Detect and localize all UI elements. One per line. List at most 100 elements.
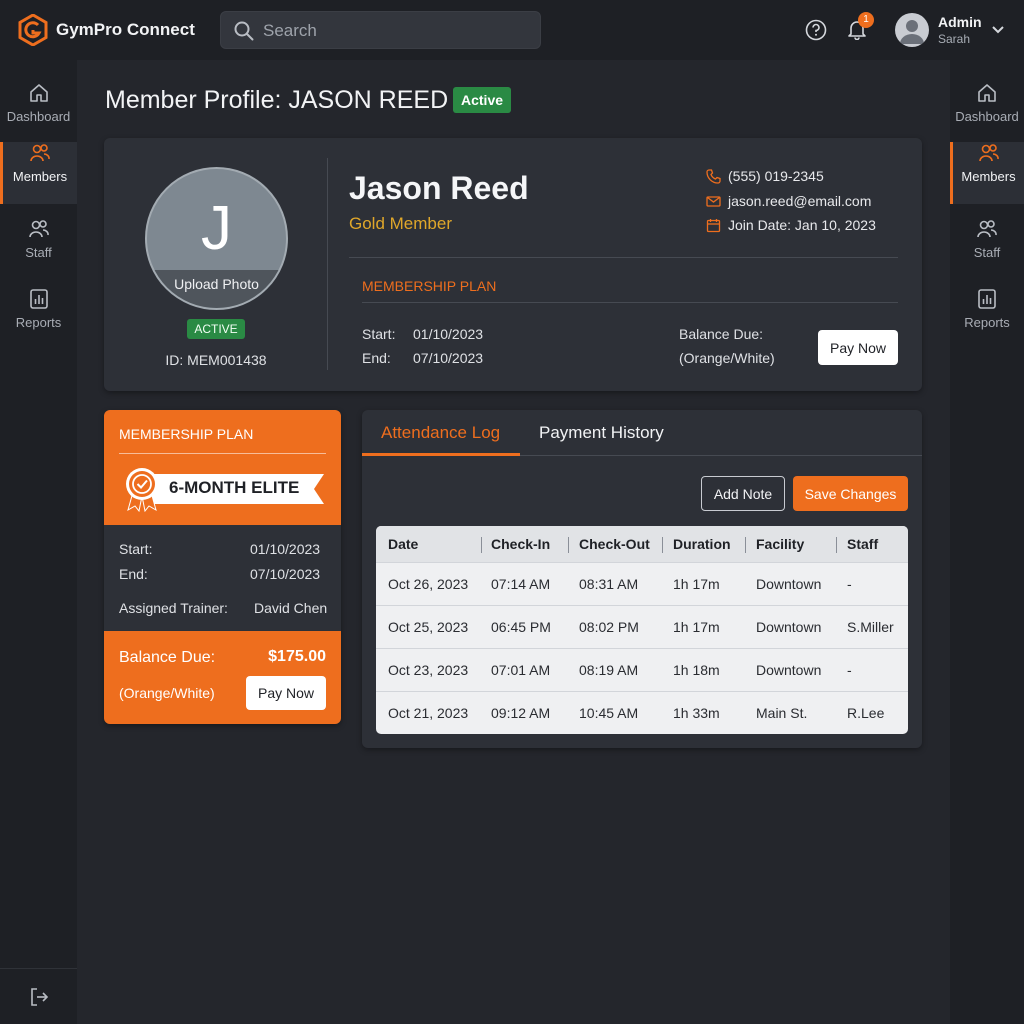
cell-facility: Downtown (756, 619, 822, 635)
start-label: Start: (362, 326, 396, 342)
add-note-button[interactable]: Add Note (701, 476, 785, 511)
column-header-facility[interactable]: Facility (756, 536, 804, 552)
search-bar[interactable] (220, 11, 541, 49)
column-header-check-in[interactable]: Check-In (491, 536, 550, 552)
tab-payment-history[interactable]: Payment History (539, 423, 664, 443)
members-icon (978, 144, 999, 162)
plan-end-label: End: (119, 566, 148, 582)
cell-date: Oct 21, 2023 (388, 705, 469, 721)
member-name: Jason Reed (349, 170, 529, 206)
sidebar-item-members[interactable]: Members (0, 142, 77, 204)
table-row[interactable]: Oct 23, 2023 07:01 AM 08:19 AM 1h 18m Do… (376, 648, 908, 691)
cell-duration: 1h 18m (673, 662, 720, 678)
search-input[interactable] (263, 20, 523, 42)
tab-bar: Attendance Log Payment History (362, 410, 922, 456)
balance-note: (Orange/White) (119, 685, 215, 701)
plan-end-value: 07/10/2023 (250, 566, 321, 582)
sidebar-item-label: Dashboard (6, 109, 71, 124)
top-bar: GymPro Connect 1 Admin Sarah (0, 0, 1024, 60)
start-value: 01/10/2023 (413, 326, 484, 342)
cell-check-out: 08:31 AM (579, 576, 639, 592)
cell-date: Oct 23, 2023 (388, 662, 469, 678)
column-header-check-out[interactable]: Check-Out (579, 536, 650, 552)
help-icon[interactable] (805, 19, 827, 41)
sidebar-item-label: Reports (964, 315, 1010, 330)
plan-start-label: Start: (119, 541, 153, 557)
reports-icon (978, 289, 996, 309)
column-header-date[interactable]: Date (388, 536, 418, 552)
member-id: ID: MEM001438 (165, 352, 267, 368)
member-status-pill: ACTIVE (187, 319, 245, 339)
column-separator (836, 537, 837, 553)
sidebar-item-staff[interactable]: Staff (950, 218, 1024, 280)
left-sidebar: Dashboard Members Staff Reports (0, 60, 77, 1024)
tab-attendance-log[interactable]: Attendance Log (381, 423, 500, 443)
cell-staff: S.Miller (847, 619, 894, 635)
end-value: 07/10/2023 (413, 350, 484, 366)
sidebar-item-members[interactable]: Members (950, 142, 1024, 204)
sidebar-item-label: Dashboard (955, 109, 1019, 124)
app-title: GymPro Connect (56, 20, 195, 39)
sidebar-item-dashboard[interactable]: Dashboard (950, 82, 1024, 144)
cell-check-out: 08:02 PM (579, 619, 639, 635)
cell-facility: Main St. (756, 705, 808, 721)
cell-check-in: 07:01 AM (491, 662, 551, 678)
search-icon (234, 21, 254, 41)
staff-icon (28, 220, 49, 238)
column-separator (481, 537, 482, 553)
reports-icon (29, 289, 48, 309)
attendance-table: Date Check-In Check-Out Duration Facilit… (376, 526, 908, 734)
plan-pay-now-button[interactable]: Pay Now (246, 676, 326, 710)
profile-initial: J (201, 194, 232, 263)
upload-photo-button[interactable]: Upload Photo (145, 276, 288, 292)
pay-now-button[interactable]: Pay Now (818, 330, 898, 365)
cell-staff: - (847, 576, 852, 592)
sidebar-item-dashboard[interactable]: Dashboard (0, 82, 77, 144)
column-separator (662, 537, 663, 553)
save-changes-button[interactable]: Save Changes (793, 476, 908, 511)
cell-staff: - (847, 662, 852, 678)
logout-button[interactable] (0, 968, 77, 1024)
column-header-staff[interactable]: Staff (847, 536, 878, 552)
gympro-logo-icon (18, 14, 48, 46)
sidebar-item-label: Members (12, 169, 68, 184)
cell-duration: 1h 17m (673, 576, 720, 592)
sidebar-item-reports[interactable]: Reports (950, 288, 1024, 350)
sidebar-item-staff[interactable]: Staff (0, 218, 77, 280)
cell-check-out: 10:45 AM (579, 705, 639, 721)
trainer-value: David Chen (254, 600, 328, 616)
divider (119, 453, 326, 454)
user-avatar-icon (900, 20, 924, 44)
table-row[interactable]: Oct 26, 2023 07:14 AM 08:31 AM 1h 17m Do… (376, 562, 908, 605)
balance-due-label: Balance Due: (679, 326, 764, 342)
member-tier: Gold Member (349, 214, 452, 233)
balance-amount: $175.00 (268, 648, 326, 665)
cell-staff: R.Lee (847, 705, 885, 721)
user-name[interactable]: Admin (938, 14, 982, 30)
active-tab-indicator (362, 453, 520, 456)
membership-plan-heading: MEMBERSHIP PLAN (362, 278, 497, 294)
divider (362, 302, 898, 303)
column-header-duration[interactable]: Duration (673, 536, 731, 552)
table-row[interactable]: Oct 25, 2023 06:45 PM 08:02 PM 1h 17m Do… (376, 605, 908, 648)
trainer-label: Assigned Trainer: (119, 600, 228, 616)
phone-icon (706, 169, 721, 184)
user-avatar[interactable] (895, 13, 929, 47)
column-separator (568, 537, 569, 553)
cell-check-in: 06:45 PM (491, 619, 551, 635)
table-row[interactable]: Oct 21, 2023 09:12 AM 10:45 AM 1h 33m Ma… (376, 691, 908, 734)
end-label: End: (362, 350, 391, 366)
cell-date: Oct 25, 2023 (388, 619, 469, 635)
email-text: jason.reed@email.com (728, 193, 872, 209)
divider (327, 158, 328, 370)
plan-card-title: MEMBERSHIP PLAN (119, 426, 254, 442)
logout-icon (31, 988, 49, 1006)
attendance-card: Attendance Log Payment History Add Note … (362, 410, 922, 748)
chevron-down-icon[interactable] (991, 25, 1005, 35)
status-badge: Active (453, 87, 512, 113)
cell-duration: 1h 17m (673, 619, 720, 635)
table-header: Date Check-In Check-Out Duration Facilit… (376, 526, 908, 562)
join-date-text: Join Date: Jan 10, 2023 (728, 217, 876, 233)
cell-duration: 1h 33m (673, 705, 720, 721)
sidebar-item-reports[interactable]: Reports (0, 288, 77, 350)
